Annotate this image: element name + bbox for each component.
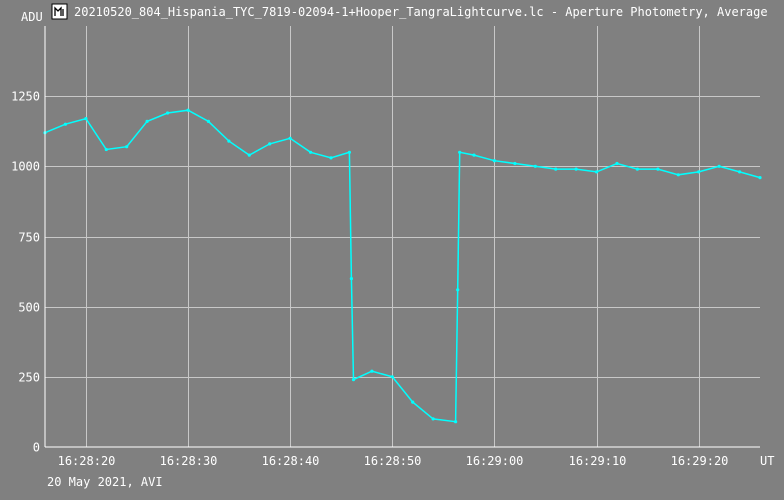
y-tick-label: 250 (18, 371, 40, 385)
lightcurve-point (676, 173, 680, 177)
lightcurve-point (370, 369, 374, 373)
lightcurve-point (738, 170, 742, 174)
lightcurve-point (431, 417, 435, 421)
title-bar: 20210520_804_Hispania_TYC_7819-02094-1+H… (51, 3, 768, 20)
lightcurve-point (166, 111, 170, 115)
x-tick-label: 16:28:20 (58, 454, 116, 468)
y-tick-label: 1250 (11, 90, 40, 104)
lightcurve-point (288, 136, 292, 140)
lightcurve-point (758, 176, 762, 180)
lightcurve-point (456, 288, 460, 292)
lightcurve-point (84, 117, 88, 121)
lightcurve-point (513, 161, 517, 166)
x-tick-label: 16:28:50 (364, 454, 422, 468)
lightcurve-point (554, 167, 558, 171)
lightcurve-point (697, 170, 701, 174)
lightcurve-point (309, 150, 313, 154)
x-tick-label: 16:29:10 (569, 454, 627, 468)
lightcurve-point (351, 378, 356, 382)
x-tick-label: 16:29:20 (671, 454, 729, 468)
lightcurve-point (390, 375, 394, 379)
x-tick-label: 16:29:00 (466, 454, 524, 468)
lightcurve-point (615, 161, 619, 166)
x-tick-label: 16:28:40 (262, 454, 320, 468)
lightcurve-point (329, 156, 333, 160)
y-axis-label: ADU (21, 10, 43, 24)
y-tick-label: 1000 (11, 160, 40, 174)
date-label: 20 May 2021, AVI (47, 475, 163, 489)
y-tick-label: 750 (18, 231, 40, 245)
lightcurve-point (347, 150, 351, 154)
lightcurve-point (145, 119, 149, 123)
lightcurve-point (206, 119, 210, 123)
lightcurve-point (656, 167, 660, 171)
lightcurve-point (125, 145, 129, 149)
lightcurve-point (63, 122, 67, 126)
y-tick-label: 500 (18, 301, 40, 315)
lightcurve-point (411, 400, 415, 404)
lightcurve-point (268, 142, 272, 146)
lightcurve-point (349, 277, 353, 281)
lightcurve-point (186, 108, 190, 112)
lightcurve-point (454, 420, 458, 424)
lightcurve-point (472, 153, 476, 157)
lightcurve-point (635, 167, 640, 171)
lightcurve-chart: 20210520_804_Hispania_TYC_7819-02094-1+H… (0, 0, 784, 500)
lightcurve-point (595, 170, 599, 174)
lightcurve-point (574, 167, 578, 171)
lightcurve-point (227, 139, 231, 143)
lightcurve-point (492, 159, 496, 163)
window-title: 20210520_804_Hispania_TYC_7819-02094-1+H… (74, 5, 768, 19)
lightcurve-point (247, 153, 251, 157)
x-tick-label: 16:28:30 (160, 454, 218, 468)
lightcurve-point (533, 164, 537, 168)
lightcurve-point (458, 150, 462, 154)
y-tick-label: 0 (33, 441, 40, 455)
lightcurve-point (104, 147, 108, 152)
tangra-app-icon (51, 3, 68, 20)
lightcurve-point (717, 164, 721, 168)
x-axis-label: UT (760, 454, 774, 468)
